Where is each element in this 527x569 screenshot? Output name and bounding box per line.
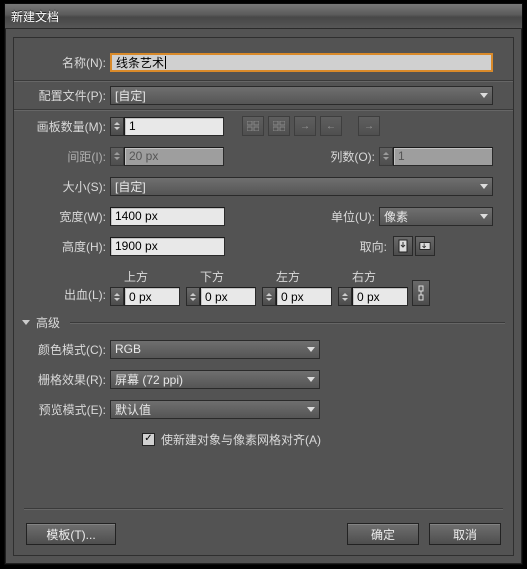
label-bleed-bottom: 下方 bbox=[186, 268, 224, 285]
bleed-right-input[interactable]: 0 px bbox=[352, 287, 408, 306]
label-bleed: 出血(L): bbox=[22, 286, 110, 303]
height-value: 1900 px bbox=[115, 239, 158, 253]
spacing-value: 20 px bbox=[129, 149, 158, 163]
window-title: 新建文档 bbox=[11, 8, 59, 25]
columns-spinner bbox=[379, 147, 393, 166]
name-value: 线条艺术 bbox=[116, 54, 164, 71]
size-select[interactable]: [自定] bbox=[110, 177, 493, 196]
colormode-value: RGB bbox=[115, 342, 141, 356]
label-raster: 栅格效果(R): bbox=[22, 371, 110, 388]
label-artboards: 画板数量(M): bbox=[22, 118, 110, 135]
chevron-down-icon bbox=[480, 93, 488, 98]
spacing-spinner bbox=[110, 147, 124, 166]
raster-value: 屏幕 (72 ppi) bbox=[115, 371, 183, 388]
grid-by-col-icon bbox=[268, 116, 290, 136]
chevron-down-icon bbox=[480, 214, 488, 219]
link-bleed-icon[interactable] bbox=[412, 280, 430, 306]
units-value: 像素 bbox=[384, 208, 408, 225]
bleed-bottom-spinner[interactable] bbox=[186, 287, 200, 306]
spacing-input: 20 px bbox=[124, 147, 224, 166]
arrange-right-icon: → bbox=[294, 116, 316, 136]
advanced-section[interactable]: 高级 bbox=[14, 314, 513, 331]
profile-select[interactable]: [自定] bbox=[110, 86, 493, 105]
columns-value: 1 bbox=[398, 149, 405, 163]
bleed-right-spinner[interactable] bbox=[338, 287, 352, 306]
label-preview: 预览模式(E): bbox=[22, 401, 110, 418]
divider bbox=[24, 508, 503, 509]
columns-input: 1 bbox=[393, 147, 493, 166]
ok-button[interactable]: 确定 bbox=[347, 523, 419, 545]
artboards-input[interactable]: 1 bbox=[124, 117, 224, 136]
bleed-left-input[interactable]: 0 px bbox=[276, 287, 332, 306]
label-advanced: 高级 bbox=[36, 314, 60, 331]
label-height: 高度(H): bbox=[22, 238, 110, 255]
width-input[interactable]: 1400 px bbox=[110, 207, 225, 226]
size-value: [自定] bbox=[115, 178, 146, 195]
label-width: 宽度(W): bbox=[22, 208, 110, 225]
bleed-top-input[interactable]: 0 px bbox=[124, 287, 180, 306]
new-document-dialog: 新建文档 名称(N): 线条艺术 配置文件(P): [自定] 画板数量(M): … bbox=[4, 3, 523, 565]
label-name: 名称(N): bbox=[22, 54, 110, 71]
label-bleed-top: 上方 bbox=[110, 268, 148, 285]
disclosure-triangle-icon bbox=[22, 320, 30, 325]
orientation-landscape[interactable] bbox=[415, 236, 435, 256]
colormode-select[interactable]: RGB bbox=[110, 340, 320, 359]
units-select[interactable]: 像素 bbox=[379, 207, 493, 226]
bleed-top-spinner[interactable] bbox=[110, 287, 124, 306]
profile-value: [自定] bbox=[115, 87, 146, 104]
bleed-left-spinner[interactable] bbox=[262, 287, 276, 306]
arrange-left-icon: ← bbox=[320, 116, 342, 136]
raster-select[interactable]: 屏幕 (72 ppi) bbox=[110, 370, 320, 389]
grid-by-row-icon bbox=[242, 116, 264, 136]
label-colormode: 颜色模式(C): bbox=[22, 341, 110, 358]
height-input[interactable]: 1900 px bbox=[110, 237, 225, 256]
artboards-value: 1 bbox=[129, 119, 136, 133]
chevron-down-icon bbox=[480, 184, 488, 189]
label-align-pixel-grid: 使新建对象与像素网格对齐(A) bbox=[161, 431, 321, 448]
arrange-more-icon: → bbox=[358, 116, 380, 136]
name-input[interactable]: 线条艺术 bbox=[110, 53, 493, 72]
titlebar[interactable]: 新建文档 bbox=[5, 4, 522, 29]
width-value: 1400 px bbox=[115, 209, 158, 223]
label-profile: 配置文件(P): bbox=[22, 87, 110, 104]
template-button[interactable]: 模板(T)... bbox=[26, 523, 116, 545]
label-bleed-left: 左方 bbox=[262, 268, 300, 285]
align-pixel-grid-checkbox[interactable] bbox=[142, 433, 155, 446]
artboards-spinner[interactable] bbox=[110, 117, 124, 136]
chevron-down-icon bbox=[307, 407, 315, 412]
label-bleed-right: 右方 bbox=[338, 268, 376, 285]
label-units: 单位(U): bbox=[307, 208, 379, 225]
orientation-portrait[interactable] bbox=[393, 236, 413, 256]
label-spacing: 间距(I): bbox=[22, 148, 110, 165]
chevron-down-icon bbox=[307, 347, 315, 352]
chevron-down-icon bbox=[307, 377, 315, 382]
bleed-bottom-input[interactable]: 0 px bbox=[200, 287, 256, 306]
label-columns: 列数(O): bbox=[307, 148, 379, 165]
cancel-button[interactable]: 取消 bbox=[429, 523, 501, 545]
label-orient: 取向: bbox=[319, 238, 391, 255]
preview-select[interactable]: 默认值 bbox=[110, 400, 320, 419]
divider bbox=[70, 322, 505, 323]
label-size: 大小(S): bbox=[22, 178, 110, 195]
dialog-body: 名称(N): 线条艺术 配置文件(P): [自定] 画板数量(M): 1 → ← bbox=[13, 37, 514, 556]
preview-value: 默认值 bbox=[115, 401, 151, 418]
